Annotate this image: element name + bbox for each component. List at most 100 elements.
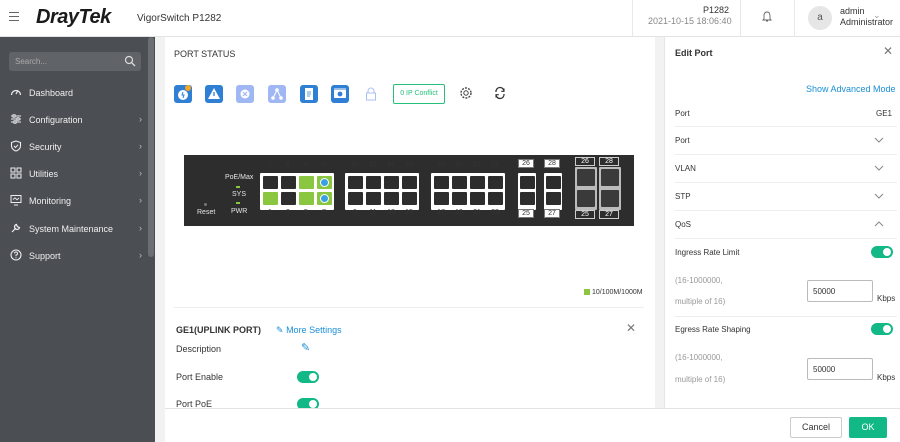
ingress-rate-input[interactable]: 50000 <box>807 280 873 302</box>
chevron-down-icon[interactable] <box>874 137 884 143</box>
port-enable-toggle[interactable] <box>297 371 319 383</box>
reset-label[interactable]: Reset <box>197 209 215 216</box>
menu-toggle-icon[interactable] <box>9 12 19 22</box>
chevron-up-icon[interactable] <box>874 221 884 227</box>
port-26[interactable] <box>520 176 535 189</box>
top-header: DrayTek VigorSwitch P1282 P1282 2021-10-… <box>0 0 900 37</box>
alert-button[interactable] <box>205 85 223 103</box>
search-input[interactable]: Search... <box>9 52 141 71</box>
sidebar-item-monitoring[interactable]: Monitoring › <box>0 187 150 214</box>
ip-conflict-badge[interactable]: 0 IP Conflict <box>393 84 445 104</box>
section-port[interactable]: Port <box>675 136 690 145</box>
refresh-icon[interactable] <box>493 86 507 100</box>
page-title: PORT STATUS <box>174 49 236 59</box>
port-16[interactable] <box>402 176 417 189</box>
egress-rate-input[interactable]: 50000 <box>807 358 873 380</box>
port-22[interactable] <box>470 176 485 189</box>
sidebar-item-dashboard[interactable]: Dashboard <box>0 79 150 106</box>
port-21[interactable] <box>470 192 485 205</box>
search-icon[interactable] <box>124 55 136 67</box>
port-number: 8 <box>322 161 326 168</box>
more-settings-link[interactable]: ✎ More Settings <box>276 325 342 336</box>
legend-swatch <box>584 289 590 295</box>
port-label: Port <box>675 109 690 118</box>
section-vlan[interactable]: VLAN <box>675 164 696 173</box>
port-3[interactable] <box>281 192 296 205</box>
port-5[interactable] <box>299 192 314 205</box>
port-enable-label: Port Enable <box>176 372 224 382</box>
section-qos[interactable]: QoS <box>675 220 691 229</box>
close-icon[interactable]: ✕ <box>883 44 893 58</box>
divider <box>675 210 897 211</box>
divider <box>675 316 897 317</box>
sidebar-item-system-maintenance[interactable]: System Maintenance › <box>0 215 150 242</box>
wrench-icon <box>11 223 21 233</box>
port-12[interactable] <box>366 176 381 189</box>
sidebar-scrollbar[interactable] <box>148 37 154 257</box>
sidebar-item-security[interactable]: Security › <box>0 133 150 160</box>
egress-range-note: (16-1000000, <box>675 353 723 362</box>
port-20[interactable] <box>452 176 467 189</box>
edit-description-icon[interactable]: ✎ <box>301 341 310 354</box>
camera-button[interactable] <box>331 85 349 103</box>
sidebar-item-support[interactable]: Support › <box>0 242 150 269</box>
sidebar-item-label: Support <box>29 251 61 261</box>
poe-status-button[interactable] <box>174 85 192 103</box>
chevron-down-icon[interactable] <box>874 165 884 171</box>
egress-rate-shaping-toggle[interactable] <box>871 323 893 335</box>
port-2[interactable] <box>263 176 278 189</box>
port-24[interactable] <box>488 176 503 189</box>
close-icon[interactable]: ✕ <box>626 321 636 335</box>
chevron-down-icon[interactable] <box>874 193 884 199</box>
document-button[interactable] <box>300 85 318 103</box>
cancel-button[interactable]: Cancel <box>790 417 842 438</box>
port-17[interactable] <box>434 192 449 205</box>
ingress-unit: Kbps <box>877 294 896 303</box>
show-advanced-link[interactable]: Show Advanced Mode <box>806 84 896 94</box>
port-10[interactable] <box>348 176 363 189</box>
port-14[interactable] <box>384 176 399 189</box>
sfp-port-28[interactable] <box>601 169 619 186</box>
port-number: 18 <box>437 161 445 168</box>
chevron-right-icon: › <box>139 195 142 205</box>
chevron-right-icon: › <box>139 223 142 233</box>
port-9[interactable] <box>348 192 363 205</box>
port-23[interactable] <box>488 192 503 205</box>
section-stp[interactable]: STP <box>675 192 691 201</box>
chevron-down-icon[interactable]: ⌄ <box>873 10 881 21</box>
port-6[interactable] <box>299 176 314 189</box>
sidebar-item-utilities[interactable]: Utilities › <box>0 160 150 187</box>
gear-icon[interactable] <box>459 86 473 100</box>
ok-button[interactable]: OK <box>849 417 887 438</box>
ingress-rate-limit-label: Ingress Rate Limit <box>675 248 740 257</box>
port-number: 19 <box>455 209 463 216</box>
avatar[interactable]: a <box>808 6 832 30</box>
sfp-port-27[interactable] <box>601 190 619 207</box>
sliders-icon <box>11 114 21 124</box>
port-number: 3 <box>286 209 290 216</box>
lock-button[interactable] <box>362 85 380 103</box>
port-18[interactable] <box>434 176 449 189</box>
sfp-port-26[interactable] <box>577 169 595 186</box>
sidebar-item-configuration[interactable]: Configuration › <box>0 106 150 133</box>
more-settings-label: More Settings <box>286 325 342 335</box>
port-28[interactable] <box>546 176 561 189</box>
user-info[interactable]: admin Administrator <box>840 6 893 28</box>
port-25[interactable] <box>520 192 535 205</box>
port-27[interactable] <box>546 192 561 205</box>
port-13[interactable] <box>384 192 399 205</box>
legend-label: 10/100M/1000M <box>592 289 643 296</box>
sfp-port-25[interactable] <box>577 190 595 207</box>
ingress-rate-limit-toggle[interactable] <box>871 246 893 258</box>
port-4[interactable] <box>281 176 296 189</box>
port-15[interactable] <box>402 192 417 205</box>
device-datetime: 2021-10-15 18:06:40 <box>648 16 732 26</box>
sidebar-item-label: Security <box>29 142 62 152</box>
bell-icon[interactable] <box>762 11 772 23</box>
port-number: 26 <box>518 159 534 168</box>
topology-button[interactable] <box>268 85 286 103</box>
port-19[interactable] <box>452 192 467 205</box>
port-1[interactable] <box>263 192 278 205</box>
port-11[interactable] <box>366 192 381 205</box>
disable-button[interactable] <box>236 85 254 103</box>
